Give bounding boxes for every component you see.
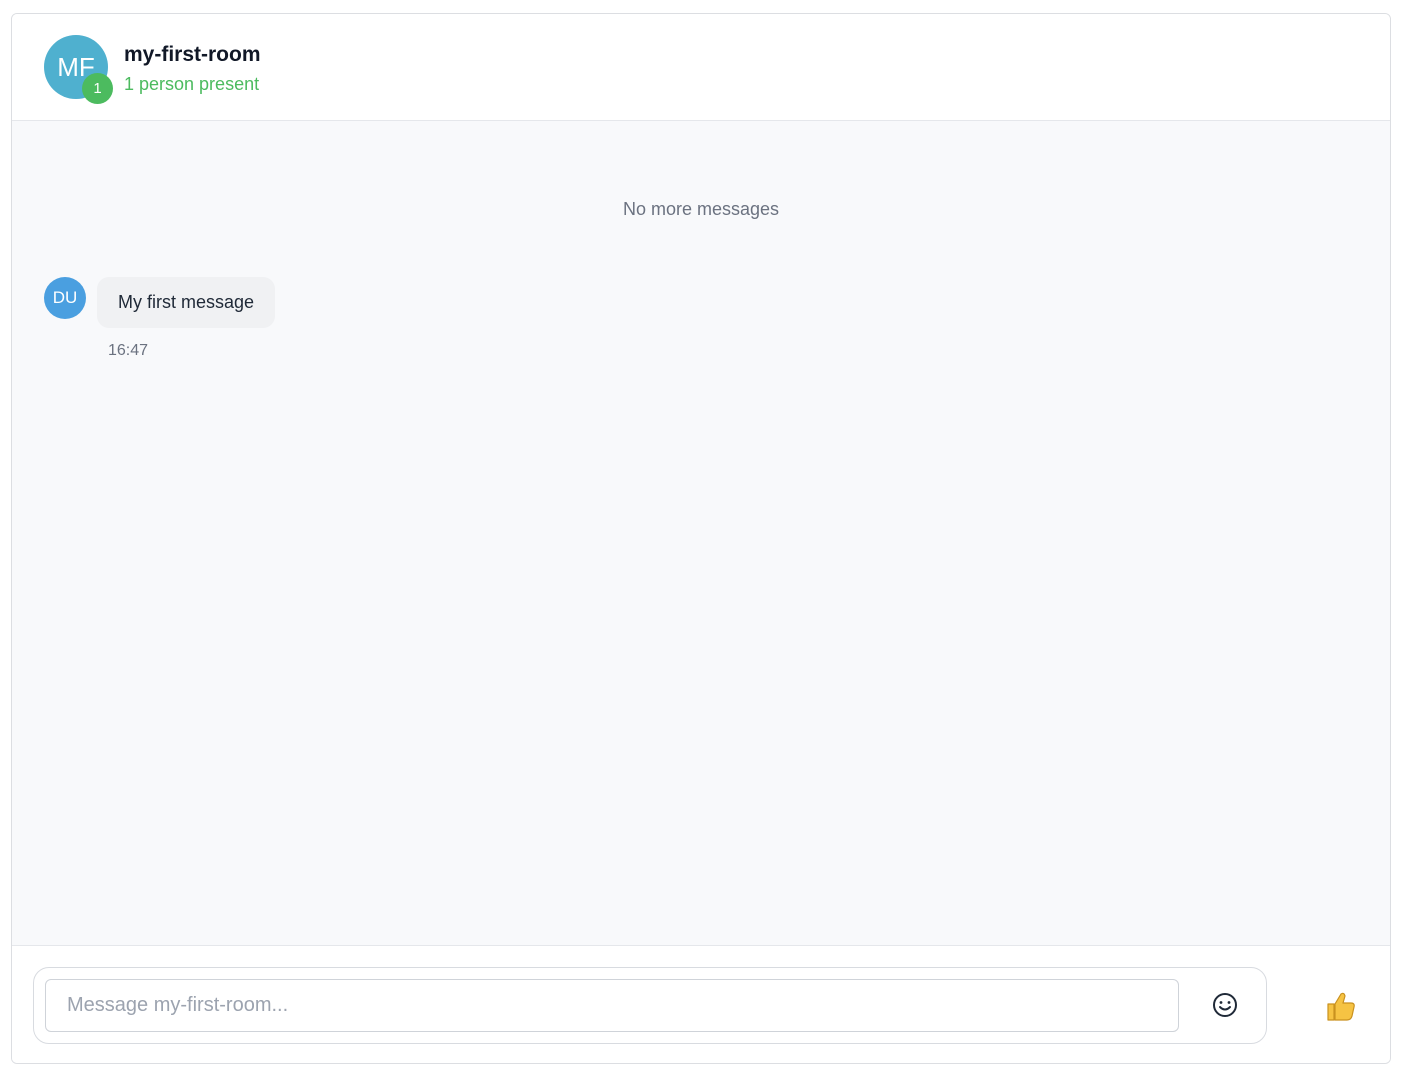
presence-count: 1 (93, 80, 102, 97)
message-list[interactable]: No more messages DU My first message 16:… (12, 121, 1390, 945)
smiley-face-icon (1213, 993, 1237, 1017)
message-input[interactable] (45, 979, 1179, 1032)
room-header: MF 1 my-first-room 1 person present (12, 14, 1390, 121)
thumbs-up-icon (1327, 992, 1355, 1021)
room-presence-text: 1 person present (124, 74, 260, 94)
message-bubble: My first message (97, 277, 276, 328)
composer-footer (12, 945, 1390, 1063)
message-timestamp: 16:47 (108, 342, 149, 359)
no-more-messages-label: No more messages (622, 199, 780, 219)
thumbs-up-button[interactable] (1320, 986, 1360, 1026)
emoji-button[interactable] (1210, 990, 1240, 1020)
author-avatar: DU (44, 277, 86, 319)
presence-count-badge: 1 (82, 73, 113, 104)
chat-window: MF 1 my-first-room 1 person present No m… (11, 13, 1391, 1064)
room-title: my-first-room (124, 43, 261, 66)
author-initials: DU (52, 288, 78, 307)
composer-box (33, 967, 1267, 1044)
message-text: My first message (118, 292, 255, 312)
